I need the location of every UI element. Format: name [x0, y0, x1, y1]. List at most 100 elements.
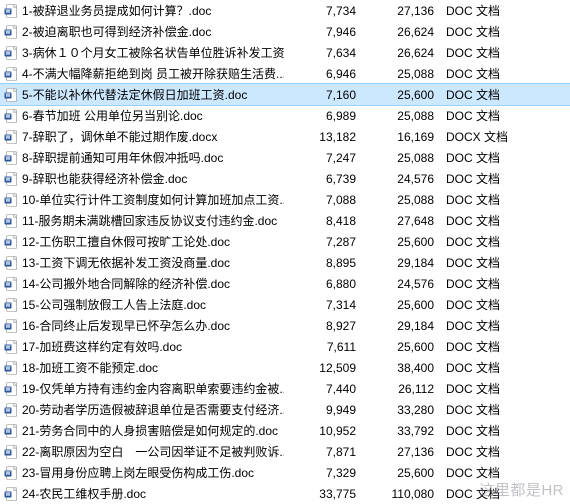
doc-icon: W: [4, 193, 22, 207]
doc-icon: W: [4, 466, 22, 480]
file-row[interactable]: W 15-公司强制放假工人告上法庭.doc7,31425,600DOC 文档: [0, 294, 570, 315]
file-name: 9-辞职也能获得经济补偿金.doc: [22, 170, 284, 187]
svg-text:W: W: [6, 471, 11, 477]
file-size: 27,136: [364, 4, 442, 18]
file-value-1: 7,329: [284, 466, 364, 480]
file-value-1: 13,182: [284, 130, 364, 144]
file-value-1: 9,949: [284, 403, 364, 417]
file-name: 3-病休１０个月女工被除名状告单位胜诉补发工资...: [22, 44, 284, 61]
file-size: 25,600: [364, 466, 442, 480]
doc-icon: W: [4, 46, 22, 60]
svg-text:W: W: [6, 51, 11, 57]
file-row[interactable]: W 4-不满大幅降薪拒绝到岗 员工被开除获赔生活费....6,94625,088…: [0, 63, 570, 84]
file-row[interactable]: W 7-辞职了，调休单不能过期作废.docx13,18216,169DOCX 文…: [0, 126, 570, 147]
file-row[interactable]: W 23-冒用身份应聘上岗左眼受伤构成工伤.doc7,32925,600DOC …: [0, 462, 570, 483]
file-row[interactable]: W 5-不能以补休代替法定休假日加班工资.doc7,16025,600DOC 文…: [0, 84, 570, 105]
doc-icon: W: [4, 235, 22, 249]
file-row[interactable]: W 8-辞职提前通知可用年休假冲抵吗.doc7,24725,088DOC 文档: [0, 147, 570, 168]
file-type: DOC 文档: [442, 254, 522, 271]
file-type: DOC 文档: [442, 44, 522, 61]
doc-icon: W: [4, 424, 22, 438]
doc-icon: W: [4, 361, 22, 375]
file-value-1: 8,895: [284, 256, 364, 270]
file-row[interactable]: W 1-被辞退业务员提成如何计算？.doc7,73427,136DOC 文档: [0, 0, 570, 21]
svg-text:W: W: [6, 345, 11, 351]
file-name: 4-不满大幅降薪拒绝到岗 员工被开除获赔生活费....: [22, 65, 284, 82]
file-size: 26,624: [364, 25, 442, 39]
file-size: 25,600: [364, 88, 442, 102]
file-size: 26,624: [364, 46, 442, 60]
file-value-1: 7,440: [284, 382, 364, 396]
file-name: 16-合同终止后发现早已怀孕怎么办.doc: [22, 317, 284, 334]
file-value-1: 7,287: [284, 235, 364, 249]
file-row[interactable]: W 13-工资下调无依据补发工资没商量.doc8,89529,184DOC 文档: [0, 252, 570, 273]
file-type: DOC 文档: [442, 443, 522, 460]
file-row[interactable]: W 22-离职原因为空白 一公司因举证不足被判败诉...7,87127,136D…: [0, 441, 570, 462]
file-type: DOC 文档: [442, 212, 522, 229]
file-size: 29,184: [364, 256, 442, 270]
file-value-1: 6,989: [284, 109, 364, 123]
file-value-1: 7,611: [284, 340, 364, 354]
file-type: DOC 文档: [442, 107, 522, 124]
file-row[interactable]: W 21-劳务合同中的人身损害赔偿是如何规定的.doc10,95233,792D…: [0, 420, 570, 441]
file-row[interactable]: W 16-合同终止后发现早已怀孕怎么办.doc8,92729,184DOC 文档: [0, 315, 570, 336]
doc-icon: W: [4, 382, 22, 396]
doc-icon: W: [4, 403, 22, 417]
svg-text:W: W: [6, 366, 11, 372]
doc-icon: W: [4, 340, 22, 354]
file-row[interactable]: W 12-工伤职工擅自休假可按旷工论处.doc7,28725,600DOC 文档: [0, 231, 570, 252]
file-row[interactable]: W 2-被迫离职也可得到经济补偿金.doc7,94626,624DOC 文档: [0, 21, 570, 42]
file-value-1: 7,946: [284, 25, 364, 39]
file-name: 18-加班工资不能预定.doc: [22, 359, 284, 376]
svg-text:W: W: [6, 135, 11, 141]
file-name: 6-春节加班 公用单位另当别论.doc: [22, 107, 284, 124]
doc-icon: W: [4, 88, 22, 102]
file-type: DOC 文档: [442, 401, 522, 418]
file-type: DOC 文档: [442, 338, 522, 355]
file-row[interactable]: W 6-春节加班 公用单位另当别论.doc6,98925,088DOC 文档: [0, 105, 570, 126]
file-row[interactable]: W 18-加班工资不能预定.doc12,50938,400DOC 文档: [0, 357, 570, 378]
file-row[interactable]: W 10-单位实行计件工资制度如何计算加班加点工资....7,08825,088…: [0, 189, 570, 210]
file-row[interactable]: W 14-公司搬外地合同解除的经济补偿.doc6,88024,576DOC 文档: [0, 273, 570, 294]
file-row[interactable]: W 11-服务期未满跳槽回家违反协议支付违约金.doc8,41827,648DO…: [0, 210, 570, 231]
file-type: DOC 文档: [442, 317, 522, 334]
file-value-1: 7,160: [284, 88, 364, 102]
file-type: DOC 文档: [442, 23, 522, 40]
file-size: 33,792: [364, 424, 442, 438]
file-type: DOC 文档: [442, 485, 522, 502]
file-name: 20-劳动者学历造假被辞退单位是否需要支付经济...: [22, 401, 284, 418]
file-type: DOC 文档: [442, 464, 522, 481]
doc-icon: W: [4, 109, 22, 123]
file-type: DOC 文档: [442, 2, 522, 19]
file-size: 25,088: [364, 151, 442, 165]
file-size: 25,088: [364, 109, 442, 123]
file-row[interactable]: W 17-加班费这样约定有效吗.doc7,61125,600DOC 文档: [0, 336, 570, 357]
doc-icon: W: [4, 277, 22, 291]
file-size: 25,088: [364, 193, 442, 207]
doc-icon: W: [4, 151, 22, 165]
svg-text:W: W: [6, 72, 11, 78]
file-size: 25,600: [364, 298, 442, 312]
file-type: DOC 文档: [442, 65, 522, 82]
file-name: 12-工伤职工擅自休假可按旷工论处.doc: [22, 233, 284, 250]
svg-text:W: W: [6, 114, 11, 120]
file-name: 14-公司搬外地合同解除的经济补偿.doc: [22, 275, 284, 292]
doc-icon: W: [4, 4, 22, 18]
file-size: 26,112: [364, 382, 442, 396]
file-row[interactable]: W 9-辞职也能获得经济补偿金.doc6,73924,576DOC 文档: [0, 168, 570, 189]
file-row[interactable]: W 3-病休１０个月女工被除名状告单位胜诉补发工资...7,63426,624D…: [0, 42, 570, 63]
file-size: 29,184: [364, 319, 442, 333]
file-row[interactable]: W 24-农民工维权手册.doc33,775110,080DOC 文档: [0, 483, 570, 504]
svg-text:W: W: [6, 93, 11, 99]
file-type: DOC 文档: [442, 233, 522, 250]
file-name: 24-农民工维权手册.doc: [22, 485, 284, 502]
file-name: 11-服务期未满跳槽回家违反协议支付违约金.doc: [22, 212, 284, 229]
file-row[interactable]: W 19-仅凭单方持有违约金内容离职单索要违约金被...7,44026,112D…: [0, 378, 570, 399]
file-name: 8-辞职提前通知可用年休假冲抵吗.doc: [22, 149, 284, 166]
svg-text:W: W: [6, 240, 11, 246]
docx-icon: W: [4, 130, 22, 144]
file-type: DOC 文档: [442, 296, 522, 313]
file-name: 10-单位实行计件工资制度如何计算加班加点工资....: [22, 191, 284, 208]
file-row[interactable]: W 20-劳动者学历造假被辞退单位是否需要支付经济...9,94933,280D…: [0, 399, 570, 420]
file-type: DOCX 文档: [442, 128, 522, 145]
